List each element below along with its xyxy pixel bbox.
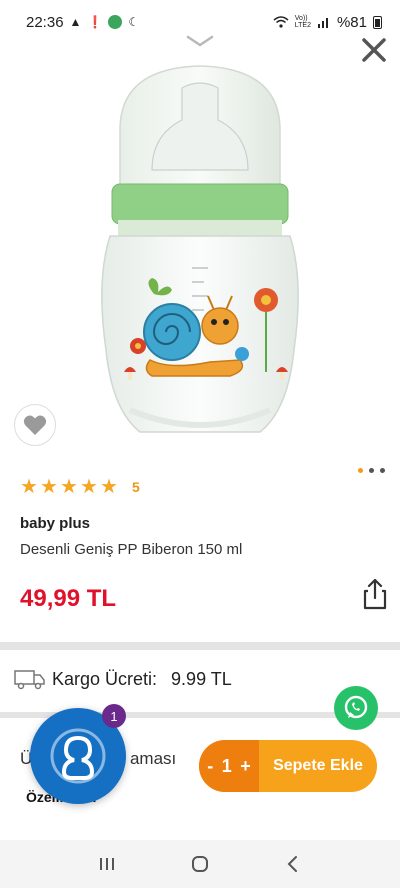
gallery-icon: ▲ xyxy=(69,15,82,29)
whatsapp-icon xyxy=(344,695,368,719)
star-icon: ★ xyxy=(20,476,38,498)
network-label: Vo)) LTE2 xyxy=(294,15,311,29)
truck-icon xyxy=(14,670,45,690)
shipping-info: Kargo Ücreti: 9.99 TL xyxy=(14,668,232,690)
quantity-value: 1 xyxy=(221,755,232,776)
star-icon: ★ xyxy=(100,476,118,498)
star-icon: ★ xyxy=(80,476,98,498)
recent-apps-button[interactable] xyxy=(95,852,119,876)
status-right: Vo)) LTE2 %81 xyxy=(273,14,382,31)
pagination-dot[interactable] xyxy=(380,468,385,473)
product-image[interactable] xyxy=(80,60,320,450)
divider xyxy=(0,642,400,650)
star-icon: ★ xyxy=(40,476,58,498)
shipping-value: 9.99 TL xyxy=(171,668,232,689)
close-icon[interactable] xyxy=(358,34,390,66)
brand-name[interactable]: baby plus xyxy=(20,515,90,532)
pagination-dot[interactable] xyxy=(369,468,374,473)
moon-icon: ☾ xyxy=(128,15,140,29)
rating[interactable]: ★ ★ ★ ★ ★ 5 xyxy=(20,476,140,498)
product-title: Desenli Geniş PP Biberon 150 ml xyxy=(20,541,243,558)
rating-count: 5 xyxy=(132,479,140,495)
chat-badge: 1 xyxy=(102,704,126,728)
price: 49,99 TL xyxy=(20,585,117,612)
image-pagination xyxy=(358,468,385,473)
status-left: 22:36 ▲ ❗ ☾ xyxy=(26,14,139,31)
notification-icon: ❗ xyxy=(87,15,103,29)
add-to-cart-button[interactable]: Sepete Ekle xyxy=(259,757,377,775)
recent-apps-icon xyxy=(99,858,114,870)
app-icon xyxy=(108,15,123,29)
heading-text-end: aması xyxy=(129,749,177,768)
increase-button[interactable]: + xyxy=(240,756,251,777)
share-icon[interactable] xyxy=(362,578,388,610)
battery-icon xyxy=(373,15,382,29)
signal-icon xyxy=(317,18,328,28)
favorite-button[interactable] xyxy=(14,404,56,446)
wifi-icon xyxy=(273,16,289,28)
chevron-down-icon[interactable] xyxy=(186,34,214,48)
battery-percent: %81 xyxy=(336,13,367,31)
back-button[interactable] xyxy=(281,852,305,876)
whatsapp-button[interactable] xyxy=(334,686,378,730)
home-icon xyxy=(191,856,208,872)
quantity-stepper: - 1 + xyxy=(199,740,259,792)
add-to-cart-bar: - 1 + Sepete Ekle xyxy=(199,740,377,792)
status-time: 22:36 xyxy=(26,13,64,31)
home-button[interactable] xyxy=(188,852,212,876)
heart-icon xyxy=(23,415,47,435)
chat-logo-icon xyxy=(50,728,106,784)
back-icon xyxy=(287,856,298,872)
navigation-bar xyxy=(0,840,400,888)
pagination-dot[interactable] xyxy=(358,468,363,473)
star-icon: ★ xyxy=(60,476,78,498)
decrease-button[interactable]: - xyxy=(207,756,213,777)
shipping-label: Kargo Ücreti: xyxy=(52,668,158,689)
